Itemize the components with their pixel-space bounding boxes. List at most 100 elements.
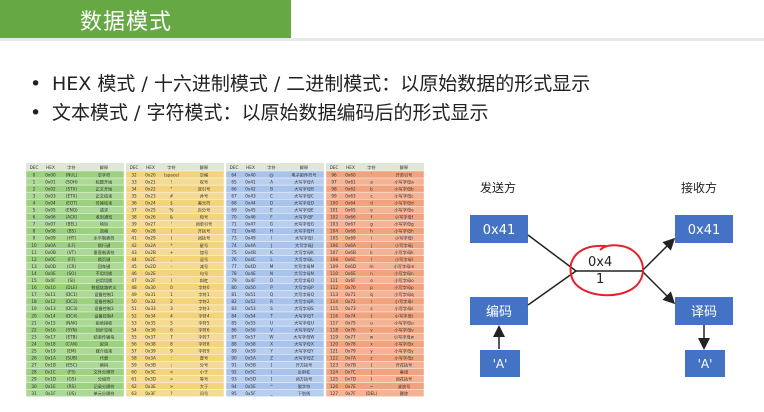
ascii-table-cell: 小写字母n [394,270,414,277]
receiver-label: 接收方 [681,180,717,195]
ascii-table-cell: 72 [231,229,237,234]
bullet-text: 文本模式 / 字符模式：以原始数据编码后的形式显示 [52,102,489,124]
ascii-table-cell: . [171,271,172,276]
ascii-table-cell: 空字符 [98,171,111,178]
ascii-table-row [125,191,225,200]
ascii-table-cell: 传输结束 [96,199,114,206]
ascii-table-cell: 反斜杠 [298,369,311,376]
ascii-table-cell: 126 [330,384,338,389]
ascii-table-cell: 大写字母G [294,221,314,228]
ascii-table-cell: 0x7A [345,356,356,361]
ascii-table-cell: 0x01 [45,179,56,184]
ascii-table-cell: 小写字母j [395,242,413,249]
ascii-table-cell: 大写字母W [294,333,315,340]
ascii-table-cell: 大写字母O [294,277,315,284]
receiver-hex-value: 0x41 [688,223,721,238]
ascii-table-cell: 字符1 [198,291,209,298]
ascii-table-cell: Z [270,356,273,361]
ascii-table-cell: 请求 [100,207,109,214]
ascii-table-cell: (FF) [67,257,75,262]
ascii-table-cell: 55 [131,334,137,339]
ascii-table-cell: 大写字母F [294,214,314,221]
ascii-table-cell: 0x5A [245,356,256,361]
ascii-table-cell: 脱字符 [298,383,311,390]
ascii-table-cell: 0x48 [245,229,256,234]
ascii-table-cell: 大写字母U [294,319,314,326]
ascii-header-cell: HEX [146,165,155,170]
ascii-table-cell: 0x36 [145,327,156,332]
ascii-table-cell: 0x79 [345,349,356,354]
ascii-table-cell: 双引号 [198,185,211,192]
ascii-table-row [125,241,225,249]
ascii-table-cell: 电子邮件符号 [291,171,316,178]
ascii-table-cell: 结束传输块 [94,333,116,340]
ascii-table-cell: 29 [31,377,37,382]
ascii-header-cell: 字符 [67,164,75,171]
ascii-table-cell: 116 [330,313,338,318]
ascii-table-cell: 小写字母x [394,340,414,347]
ascii-table-cell: 0x35 [145,320,156,325]
ascii-table-cell: 0x39 [145,349,156,354]
ascii-table-cell: 小写字母z [395,355,415,362]
ascii-table-cell: 0x26 [145,215,156,220]
ascii-table-cell: 0x5E [245,384,256,389]
ascii-table-row [125,262,225,270]
ascii-table-cell: 0x1D [45,377,56,382]
ascii-table-cell: 111 [330,278,338,283]
ascii-table-cell: 121 [330,349,338,354]
ascii-table-cell: 0x5D [245,377,256,382]
ascii-table-cell: 大写字母D [294,199,314,206]
ascii-table-cell: 0x2D [145,264,156,269]
ascii-table-row [125,382,225,390]
ascii-table-cell: 开花括号 [396,362,413,369]
ascii-table-cell: U [270,320,273,325]
ascii-table-cell: 48 [131,285,137,290]
ascii-table-cell: h [370,229,373,234]
ascii-table-cell: > [170,384,174,389]
ascii-table-cell: 0x06 [45,215,56,220]
ascii-table-cell: 空格 [200,171,209,178]
ascii-table-cell: 媒介结束 [96,348,114,355]
ascii-table-cell: 大于 [200,383,208,390]
ascii-table-cell: 0x16 [45,327,56,332]
ascii-table-cell: 73 [231,236,237,241]
ascii-table-cell: ^ [270,384,274,389]
ascii-table-cell: 大写字母H [294,228,314,235]
ascii-table-cell: u [370,320,373,325]
ascii-table-row [125,177,225,186]
ascii-table-cell: 文件分隔符 [94,369,115,376]
ascii-table-cell: 58 [131,356,137,361]
ascii-table-cell: 0x1E [45,384,56,389]
ascii-table-cell: (NAK) [65,320,77,325]
ascii-table-cell: 106 [330,243,338,248]
ascii-table-cell: 闭括号 [198,235,211,242]
ascii-table-cell: 13 [31,264,37,269]
ascii-table-cell: 60 [131,370,137,375]
ascii-table-cell: 0x42 [245,186,256,191]
ascii-table-cell: 0x02 [45,186,56,191]
ascii-table-cell: 开单引号 [396,171,413,178]
ascii-table-cell: 97 [331,179,337,184]
ascii-table-cell: 大写字母A [294,178,314,185]
ascii-table-cell: (US) [67,391,76,396]
ascii-table-cell: 19 [31,306,37,311]
ascii-table-cell: 单元分隔符 [94,390,115,397]
ascii-table-cell: + [170,250,174,255]
ascii-table-cell: 45 [131,264,137,269]
ascii-table-cell: 0x4C [245,257,256,262]
ascii-table-cell: 0x15 [45,320,56,325]
ascii-table-cell: 0x52 [245,299,256,304]
ascii-table-cell: 0x59 [245,349,256,354]
ascii-table-cell: p [370,285,373,290]
ascii-table-cell: 0x7D [345,377,356,382]
ascii-table-cell: 大写字母K [294,249,314,256]
ascii-table-cell: (DEL) [366,391,378,396]
ascii-header-cell: 解释 [200,164,209,171]
ascii-table-cell: 24 [31,341,37,346]
ascii-table-cell: 0x07 [45,222,56,227]
ascii-table-cell: 小写字母t [395,312,414,319]
ascii-table-cell: 54 [131,327,137,332]
ascii-table-cell: 井号 [200,192,208,199]
ascii-table-cell: { [370,363,373,368]
ascii-table-cell: 9 [170,349,173,354]
